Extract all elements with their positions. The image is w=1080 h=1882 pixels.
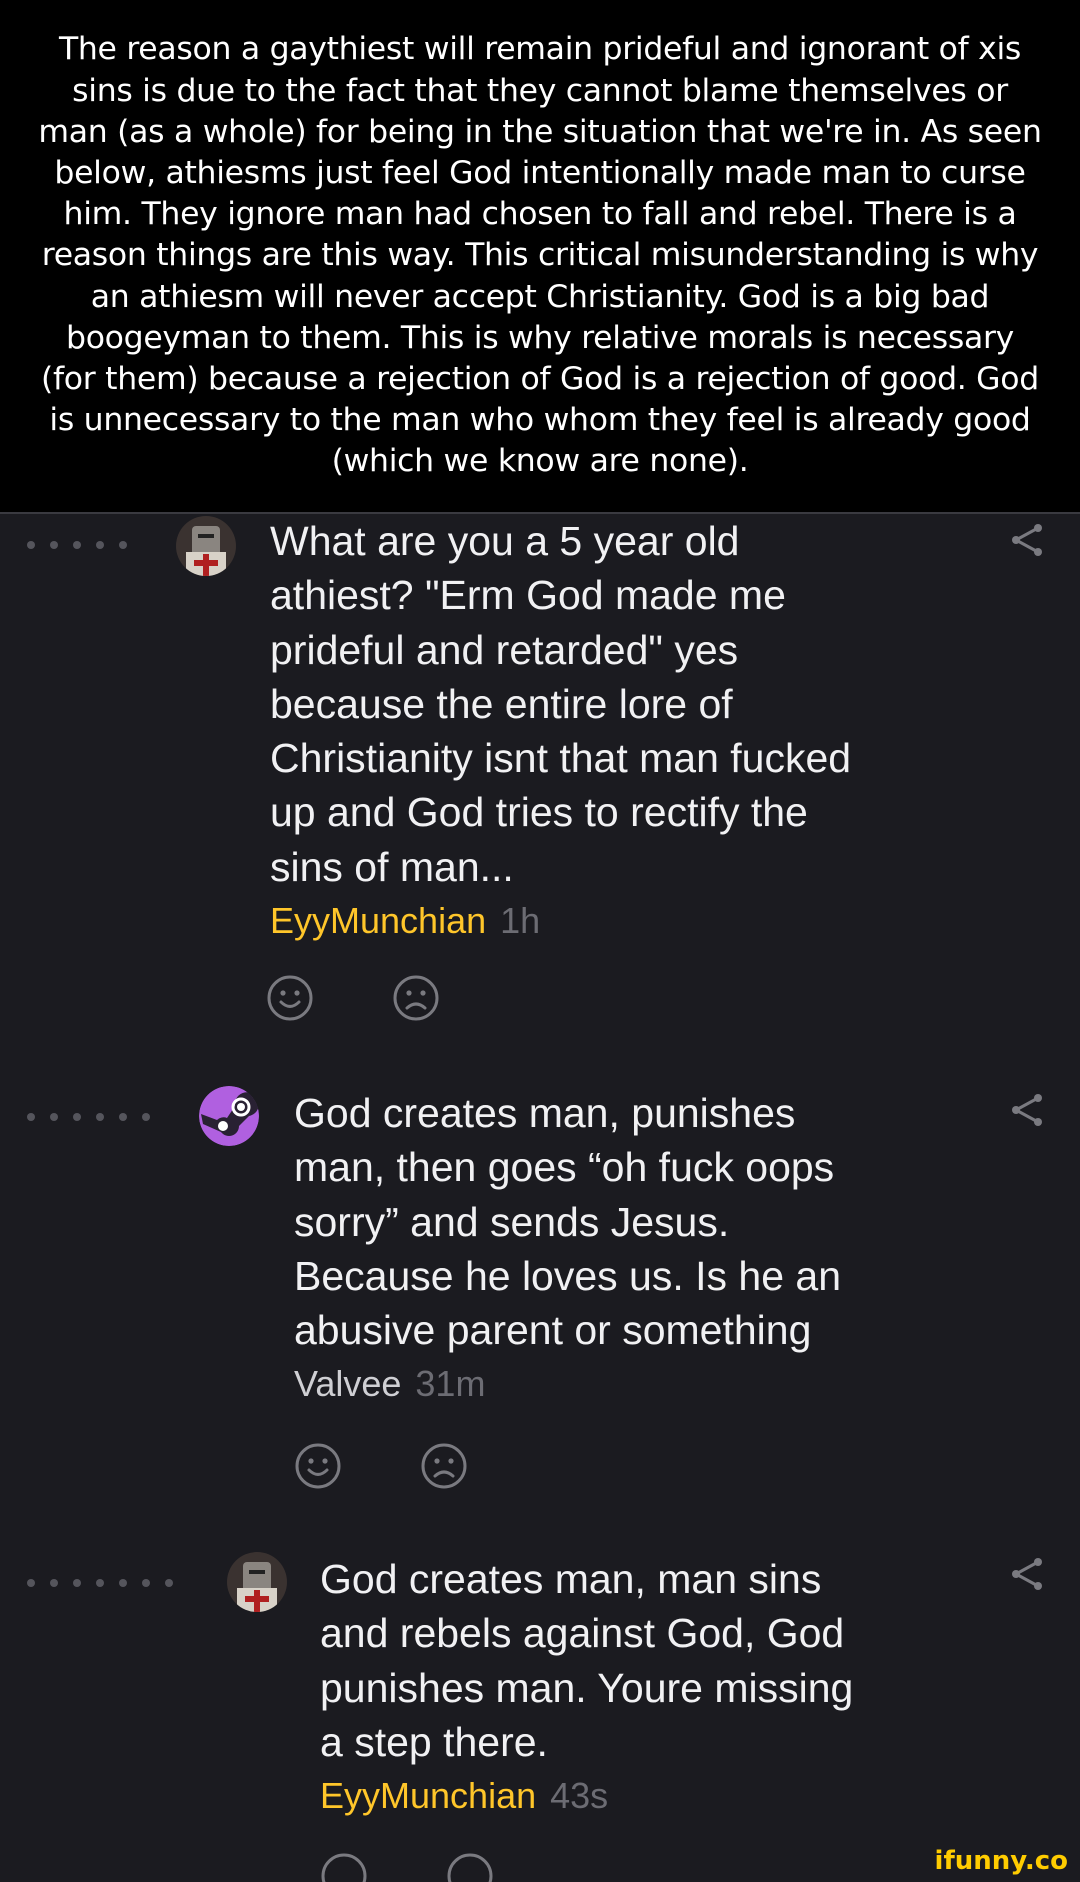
- depth-dot: [96, 541, 104, 549]
- comment-body: God creates man, man sins and rebels aga…: [320, 1552, 853, 1823]
- comment-text: God creates man, man sins and rebels aga…: [320, 1556, 854, 1765]
- comment-author[interactable]: EyyMunchian: [320, 1775, 536, 1816]
- comment-meta: EyyMunchian 1h: [270, 894, 851, 948]
- steam-avatar-icon[interactable]: [199, 1086, 259, 1146]
- share-icon[interactable]: [1010, 1556, 1044, 1592]
- caption-text: The reason a gaythiest will remain pride…: [38, 31, 1042, 480]
- depth-dot: [96, 1579, 104, 1587]
- depth-dot: [27, 541, 35, 549]
- depth-dot: [73, 1579, 81, 1587]
- smile-icon[interactable]: [266, 974, 314, 1022]
- knight-avatar-icon[interactable]: [227, 1552, 287, 1612]
- frown-icon[interactable]: [446, 1852, 494, 1882]
- watermark: ifunny.co: [934, 1846, 1068, 1876]
- share-icon[interactable]: [1010, 1092, 1044, 1128]
- caption-banner: The reason a gaythiest will remain pride…: [0, 0, 1080, 512]
- comment-time: 1h: [500, 900, 541, 942]
- comment-meta: Valvee 31m: [294, 1357, 841, 1411]
- depth-dot: [119, 541, 127, 549]
- comment-body: What are you a 5 year old athiest? "Erm …: [270, 514, 851, 948]
- comment-time: 43s: [550, 1775, 609, 1817]
- knight-avatar-icon[interactable]: [176, 516, 236, 576]
- depth-dot: [50, 541, 58, 549]
- depth-dot: [119, 1579, 127, 1587]
- reaction-bar: [294, 1442, 468, 1490]
- comment-author[interactable]: Valvee: [294, 1363, 401, 1404]
- reaction-bar: [266, 974, 440, 1022]
- comment-author[interactable]: EyyMunchian: [270, 900, 486, 941]
- comment-text: God creates man, punishes man, then goes…: [294, 1090, 842, 1354]
- thread-depth-dots: [27, 1579, 173, 1587]
- depth-dot: [73, 1113, 81, 1121]
- comment-body: God creates man, punishes man, then goes…: [294, 1086, 841, 1411]
- depth-dot: [73, 541, 81, 549]
- depth-dot: [96, 1113, 104, 1121]
- depth-dot: [27, 1113, 35, 1121]
- frown-icon[interactable]: [420, 1442, 468, 1490]
- smile-icon[interactable]: [294, 1442, 342, 1490]
- thread-depth-dots: [27, 541, 127, 549]
- depth-dot: [119, 1113, 127, 1121]
- thread-depth-dots: [27, 1113, 150, 1121]
- depth-dot: [142, 1113, 150, 1121]
- comment-time: 31m: [415, 1363, 486, 1405]
- smile-icon[interactable]: [320, 1852, 368, 1882]
- frown-icon[interactable]: [392, 974, 440, 1022]
- depth-dot: [142, 1579, 150, 1587]
- depth-dot: [165, 1579, 173, 1587]
- depth-dot: [27, 1579, 35, 1587]
- depth-dot: [50, 1113, 58, 1121]
- depth-dot: [50, 1579, 58, 1587]
- reaction-bar: [320, 1852, 494, 1882]
- comment-text: What are you a 5 year old athiest? "Erm …: [270, 518, 852, 890]
- comment-meta: EyyMunchian 43s: [320, 1769, 853, 1823]
- share-icon[interactable]: [1010, 522, 1044, 558]
